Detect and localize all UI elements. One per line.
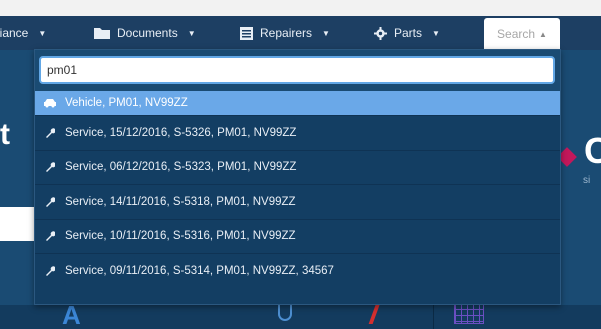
- search-dropdown: Vehicle, PM01, NV99ZZ Service, 15/12/201…: [34, 49, 561, 305]
- background-heading-fragment: t: [0, 118, 10, 151]
- wrench-icon: [43, 162, 57, 173]
- nav-item-label: liance: [0, 26, 29, 40]
- caret-down-icon: ▼: [322, 28, 330, 38]
- wrench-icon: [43, 231, 57, 242]
- search-tab[interactable]: Search ▲: [484, 18, 560, 50]
- background-bottom-bar: [0, 305, 601, 329]
- wrench-icon: [43, 197, 57, 207]
- background-logo-sub: si: [583, 175, 591, 186]
- background-logo-letter: C: [584, 130, 601, 171]
- search-result-label: Vehicle, PM01, NV99ZZ: [65, 97, 188, 109]
- search-input-wrapper: [35, 50, 560, 91]
- search-result-item[interactable]: Service, 14/11/2016, S-5318, PM01, NV99Z…: [35, 184, 560, 219]
- search-result-label: Service, 06/12/2016, S-5323, PM01, NV99Z…: [65, 161, 297, 174]
- search-input[interactable]: [39, 56, 555, 84]
- gear-icon: [374, 26, 387, 40]
- background-grid-icon: [454, 302, 484, 324]
- nav-item-compliance[interactable]: liance ▼: [0, 16, 46, 50]
- search-result-label: Service, 10/11/2016, S-5316, PM01, NV99Z…: [65, 230, 296, 243]
- search-tab-label: Search: [497, 27, 536, 41]
- wrench-icon: [43, 266, 57, 276]
- background-card: [0, 207, 36, 241]
- search-result-item[interactable]: Service, 09/11/2016, S-5314, PM01, NV99Z…: [35, 253, 560, 288]
- folder-icon: [94, 27, 110, 39]
- nav-item-label: Parts: [394, 26, 423, 40]
- search-result-item[interactable]: Service, 06/12/2016, S-5323, PM01, NV99Z…: [35, 149, 560, 185]
- caret-up-icon: ▲: [539, 29, 547, 39]
- background-u-icon: [278, 303, 292, 321]
- nav-item-repairers[interactable]: Repairers ▼: [240, 16, 330, 50]
- search-result-item[interactable]: Vehicle, PM01, NV99ZZ: [35, 91, 560, 115]
- wrench-icon: [43, 128, 57, 138]
- nav-item-label: Documents: [117, 26, 178, 40]
- caret-down-icon: ▼: [38, 28, 47, 38]
- list-icon: [240, 26, 253, 40]
- caret-down-icon: ▼: [187, 28, 196, 38]
- car-icon: [43, 98, 57, 108]
- top-strip: [0, 0, 601, 16]
- search-result-item[interactable]: Service, 10/11/2016, S-5316, PM01, NV99Z…: [35, 218, 560, 254]
- nav-item-documents[interactable]: Documents ▼: [94, 16, 196, 50]
- search-results-list: Vehicle, PM01, NV99ZZ Service, 15/12/201…: [35, 91, 560, 288]
- caret-down-icon: ▼: [432, 28, 440, 38]
- search-result-label: Service, 15/12/2016, S-5326, PM01, NV99Z…: [65, 126, 297, 139]
- search-result-label: Service, 14/11/2016, S-5318, PM01, NV99Z…: [65, 195, 296, 208]
- search-result-label: Service, 09/11/2016, S-5314, PM01, NV99Z…: [65, 264, 334, 277]
- nav-item-parts[interactable]: Parts ▼: [374, 16, 440, 50]
- search-result-item[interactable]: Service, 15/12/2016, S-5326, PM01, NV99Z…: [35, 115, 560, 150]
- nav-item-label: Repairers: [260, 26, 313, 40]
